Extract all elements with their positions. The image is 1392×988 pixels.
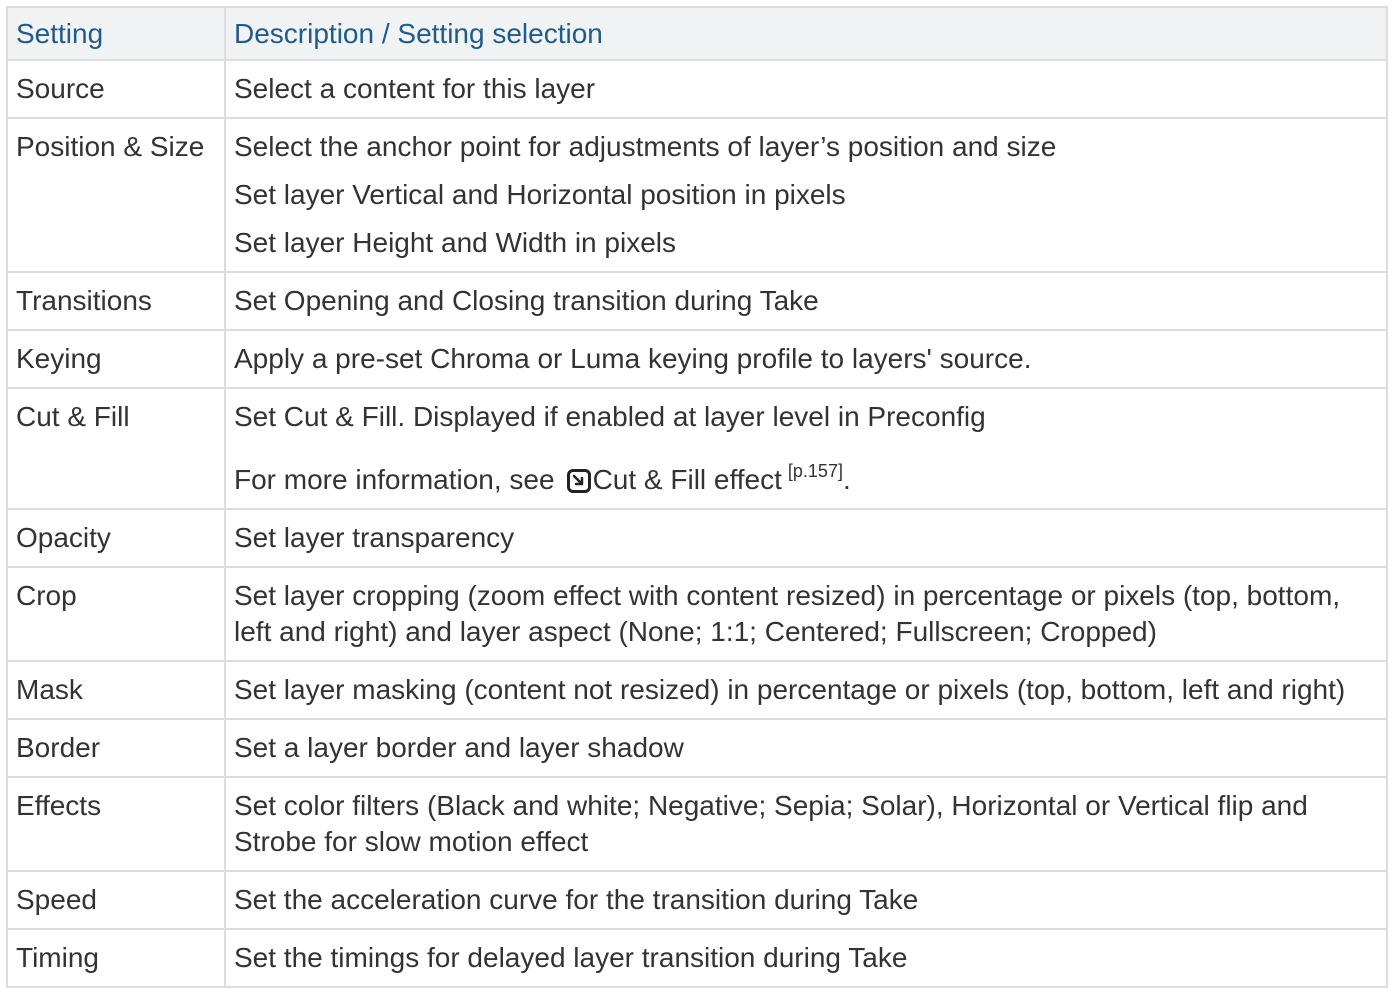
table-row: Transitions Set Opening and Closing tran… xyxy=(6,271,1388,331)
setting-description: Set Cut & Fill. Displayed if enabled at … xyxy=(224,387,1388,510)
setting-name: Mask xyxy=(6,660,226,720)
cut-fill-effect-link[interactable]: Cut & Fill effect xyxy=(593,464,782,495)
table-row: Effects Set color filters (Black and whi… xyxy=(6,776,1388,872)
table-row: Cut & Fill Set Cut & Fill. Displayed if … xyxy=(6,387,1388,510)
setting-name: Speed xyxy=(6,870,226,930)
page-reference: [p.157] xyxy=(787,461,843,481)
period: . xyxy=(842,464,851,495)
setting-name: Border xyxy=(6,718,226,778)
setting-description: Set layer transparency xyxy=(224,508,1388,568)
table-row: Mask Set layer masking (content not resi… xyxy=(6,660,1388,720)
setting-name: Position & Size xyxy=(6,117,226,273)
setting-name: Keying xyxy=(6,329,226,389)
setting-name: Opacity xyxy=(6,508,226,568)
description-line: Set layer Vertical and Horizontal positi… xyxy=(234,179,846,210)
description-line: Set layer masking (content not resized) … xyxy=(234,674,1346,705)
table-row: Opacity Set layer transparency xyxy=(6,508,1388,568)
description-line: Set the acceleration curve for the trans… xyxy=(234,884,919,915)
table-row: Position & Size Select the anchor point … xyxy=(6,117,1388,273)
description-line: Set layer cropping (zoom effect with con… xyxy=(234,580,1341,647)
header-setting: Setting xyxy=(6,6,226,61)
cross-reference-icon[interactable] xyxy=(566,469,591,493)
setting-description: Set color filters (Black and white; Nega… xyxy=(224,776,1388,872)
settings-table: Setting Description / Setting selection … xyxy=(6,6,1388,988)
description-line: Set Opening and Closing transition durin… xyxy=(234,285,819,316)
more-info-line: For more information, see Cut & Fill effe… xyxy=(234,453,1378,498)
setting-description: Set layer masking (content not resized) … xyxy=(224,660,1388,720)
setting-name: Crop xyxy=(6,566,226,662)
setting-name: Transitions xyxy=(6,271,226,331)
setting-description: Set the timings for delayed layer transi… xyxy=(224,928,1388,988)
more-info-prefix: For more information, see xyxy=(234,464,555,495)
description-line: Apply a pre-set Chroma or Luma keying pr… xyxy=(234,343,1032,374)
table-row: Crop Set layer cropping (zoom effect wit… xyxy=(6,566,1388,662)
description-line: Set layer transparency xyxy=(234,522,515,553)
header-description: Description / Setting selection xyxy=(224,6,1388,61)
setting-name: Cut & Fill xyxy=(6,387,226,510)
setting-name: Timing xyxy=(6,928,226,988)
table-row: Speed Set the acceleration curve for the… xyxy=(6,870,1388,930)
setting-description: Set the acceleration curve for the trans… xyxy=(224,870,1388,930)
setting-name: Effects xyxy=(6,776,226,872)
setting-description: Select a content for this layer xyxy=(224,59,1388,119)
table-row: Border Set a layer border and layer shad… xyxy=(6,718,1388,778)
setting-description: Select the anchor point for adjustments … xyxy=(224,117,1388,273)
description-line: Set Cut & Fill. Displayed if enabled at … xyxy=(234,401,986,432)
description-line: Set color filters (Black and white; Nega… xyxy=(234,790,1308,857)
table-row: Timing Set the timings for delayed layer… xyxy=(6,928,1388,988)
description-line: Select the anchor point for adjustments … xyxy=(234,131,1057,162)
table-row: Keying Apply a pre-set Chroma or Luma ke… xyxy=(6,329,1388,389)
setting-description: Set Opening and Closing transition durin… xyxy=(224,271,1388,331)
description-line: Set a layer border and layer shadow xyxy=(234,732,684,763)
table-header-row: Setting Description / Setting selection xyxy=(6,6,1388,61)
setting-description: Apply a pre-set Chroma or Luma keying pr… xyxy=(224,329,1388,389)
description-line: Select a content for this layer xyxy=(234,73,596,104)
setting-name: Source xyxy=(6,59,226,119)
setting-description: Set a layer border and layer shadow xyxy=(224,718,1388,778)
table-row: Source Select a content for this layer xyxy=(6,59,1388,119)
description-line: Set the timings for delayed layer transi… xyxy=(234,942,908,973)
setting-description: Set layer cropping (zoom effect with con… xyxy=(224,566,1388,662)
description-line: Set layer Height and Width in pixels xyxy=(234,227,676,258)
